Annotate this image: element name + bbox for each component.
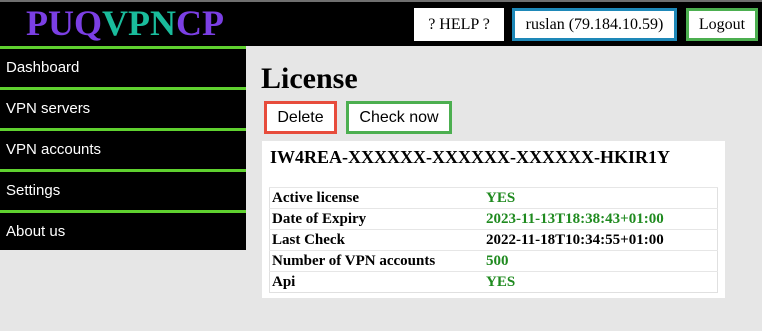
info-value-active-license: YES: [484, 187, 718, 209]
sidebar-item-vpn-accounts[interactable]: VPN accounts: [0, 128, 246, 166]
logo-part-cp: CP: [176, 3, 224, 43]
user-account-button[interactable]: ruslan (79.184.10.59): [512, 8, 677, 41]
table-row: Last Check 2022-11-18T10:34:55+01:00: [269, 229, 718, 251]
info-value-date-of-expiry: 2023-11-13T18:38:43+01:00: [484, 208, 718, 230]
delete-button[interactable]: Delete: [264, 101, 337, 134]
table-row: Active license YES: [269, 187, 718, 209]
logo-part-puq: PUQ: [26, 3, 102, 43]
table-row: Date of Expiry 2023-11-13T18:38:43+01:00: [269, 208, 718, 230]
table-row: Number of VPN accounts 500: [269, 250, 718, 272]
sidebar-item-settings[interactable]: Settings: [0, 169, 246, 207]
logout-button[interactable]: Logout: [686, 8, 758, 41]
table-row: Api YES: [269, 271, 718, 293]
info-label-api: Api: [269, 271, 484, 293]
info-label-active-license: Active license: [269, 187, 484, 209]
sidebar-item-vpn-servers[interactable]: VPN servers: [0, 87, 246, 125]
top-border-line: [0, 0, 762, 2]
license-info-table: Active license YES Date of Expiry 2023-1…: [269, 187, 718, 293]
logo-part-vpn: VPN: [102, 3, 176, 43]
info-label-last-check: Last Check: [269, 229, 484, 251]
sidebar-item-dashboard[interactable]: Dashboard: [0, 46, 246, 84]
info-label-date-of-expiry: Date of Expiry: [269, 208, 484, 230]
license-panel: IW4REA-XXXXXX-XXXXXX-XXXXXX-HKIR1Y Activ…: [262, 141, 725, 298]
help-button[interactable]: ? HELP ?: [414, 8, 504, 41]
info-value-vpn-accounts: 500: [484, 250, 718, 272]
top-bar: PUQVPNCP ? HELP ? ruslan (79.184.10.59) …: [0, 0, 762, 46]
page-title: License: [261, 62, 358, 95]
app-logo[interactable]: PUQVPNCP: [26, 3, 224, 43]
license-key: IW4REA-XXXXXX-XXXXXX-XXXXXX-HKIR1Y: [270, 147, 670, 167]
check-now-button[interactable]: Check now: [346, 101, 452, 134]
sidebar: Dashboard VPN servers VPN accounts Setti…: [0, 46, 246, 250]
info-value-api: YES: [484, 271, 718, 293]
info-value-last-check: 2022-11-18T10:34:55+01:00: [484, 229, 718, 251]
info-label-vpn-accounts: Number of VPN accounts: [269, 250, 484, 272]
sidebar-item-about-us[interactable]: About us: [0, 210, 246, 248]
